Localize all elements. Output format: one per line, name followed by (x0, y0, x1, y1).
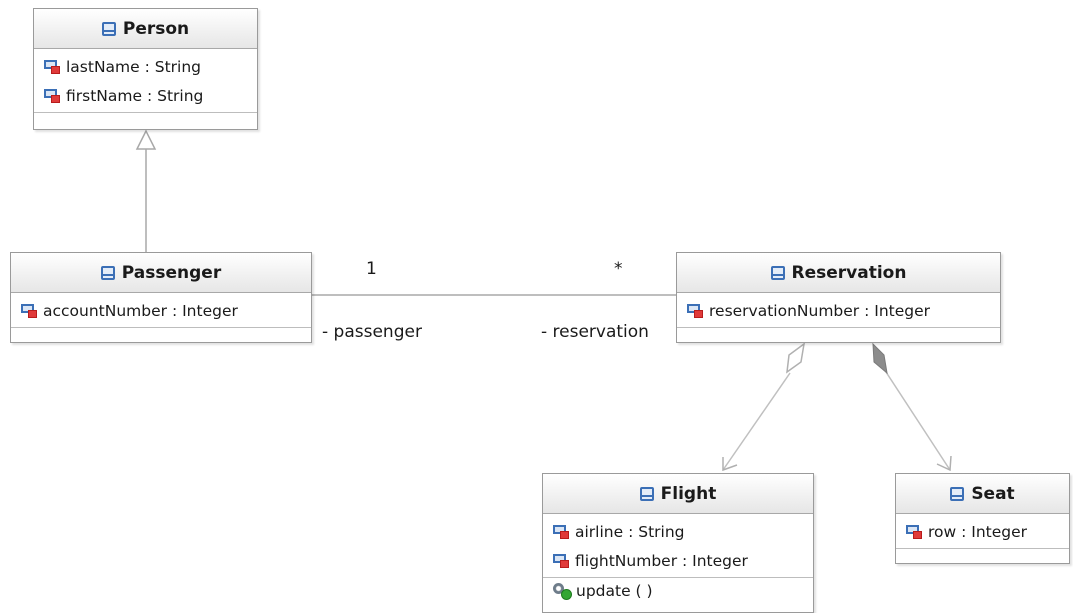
attribute-name: flightNumber (575, 551, 678, 570)
class-icon (100, 265, 115, 280)
reservation-attributes-compartment: reservationNumber : Integer (677, 293, 1000, 327)
passenger-attributes-compartment: accountNumber : Integer (11, 293, 311, 327)
flight-attributes-compartment: airline : String flightNumber : Integer (543, 514, 813, 577)
reservation-class[interactable]: Reservation reservationNumber : Integer (676, 252, 1001, 343)
person-attribute-lastname[interactable]: lastName : String (34, 52, 257, 81)
reservation-role-label: - reservation (541, 322, 649, 342)
attribute-icon (906, 524, 923, 539)
seat-class[interactable]: Seat row : Integer (895, 473, 1070, 564)
attribute-type: Integer (182, 301, 238, 320)
composition-diamond (872, 342, 888, 375)
attribute-type: String (157, 86, 204, 105)
flight-operation-update[interactable]: update ( ) (543, 578, 813, 604)
class-icon (950, 486, 965, 501)
passenger-multiplicity-label: 1 (366, 259, 377, 279)
flight-class-name: Flight (660, 483, 717, 504)
aggregation-diamond (786, 342, 806, 374)
attribute-name: row (928, 522, 957, 541)
reservation-operations-compartment (677, 327, 1000, 341)
seat-operations-compartment (896, 548, 1069, 562)
passenger-operations-compartment (11, 327, 311, 341)
attribute-name: firstName (66, 86, 143, 105)
attribute-icon (21, 303, 38, 318)
class-icon (770, 265, 785, 280)
seat-class-header: Seat (896, 474, 1069, 514)
person-operations-compartment (34, 112, 257, 126)
passenger-class[interactable]: Passenger accountNumber : Integer (10, 252, 312, 343)
aggregation-line[interactable] (722, 372, 791, 471)
attribute-type: Integer (692, 551, 748, 570)
attribute-name: accountNumber (43, 301, 168, 320)
person-class-name: Person (122, 18, 190, 39)
class-icon (639, 486, 654, 501)
attribute-icon (44, 88, 61, 103)
reservation-attribute-reservationnumber[interactable]: reservationNumber : Integer (677, 296, 1000, 325)
attribute-type: String (154, 57, 202, 76)
seat-class-name: Seat (971, 483, 1015, 504)
flight-attribute-airline[interactable]: airline : String (543, 517, 813, 546)
person-attributes-compartment: lastName : String firstName : String (34, 49, 257, 112)
attribute-type: Integer (971, 522, 1028, 541)
reservation-class-header: Reservation (677, 253, 1000, 293)
operation-icon (553, 583, 572, 600)
attribute-name: reservationNumber (709, 301, 860, 320)
person-class[interactable]: Person lastName : String firstName : Str… (33, 8, 258, 130)
attribute-icon (553, 524, 570, 539)
person-class-header: Person (34, 9, 257, 49)
flight-class[interactable]: Flight airline : String flightNumber : I… (542, 473, 814, 613)
person-attribute-firstname[interactable]: firstName : String (34, 81, 257, 110)
flight-attribute-flightnumber[interactable]: flightNumber : Integer (543, 546, 813, 575)
generalization-arrowhead (135, 129, 157, 150)
attribute-icon (687, 303, 704, 318)
composition-line[interactable] (885, 371, 951, 471)
attribute-type: Integer (874, 301, 931, 320)
attribute-type: String (638, 522, 685, 541)
attribute-icon (44, 59, 61, 74)
reservation-multiplicity-label: * (614, 259, 623, 279)
passenger-role-label: - passenger (322, 322, 422, 342)
operation-signature: update ( ) (576, 582, 653, 600)
attribute-name: lastName (66, 57, 140, 76)
reservation-class-name: Reservation (791, 262, 907, 283)
passenger-attribute-accountnumber[interactable]: accountNumber : Integer (11, 296, 311, 325)
attribute-icon (553, 553, 570, 568)
passenger-class-name: Passenger (121, 262, 222, 283)
seat-attributes-compartment: row : Integer (896, 514, 1069, 548)
attribute-name: airline (575, 522, 624, 541)
class-icon (101, 21, 116, 36)
passenger-class-header: Passenger (11, 253, 311, 293)
flight-class-header: Flight (543, 474, 813, 514)
seat-attribute-row[interactable]: row : Integer (896, 517, 1069, 546)
